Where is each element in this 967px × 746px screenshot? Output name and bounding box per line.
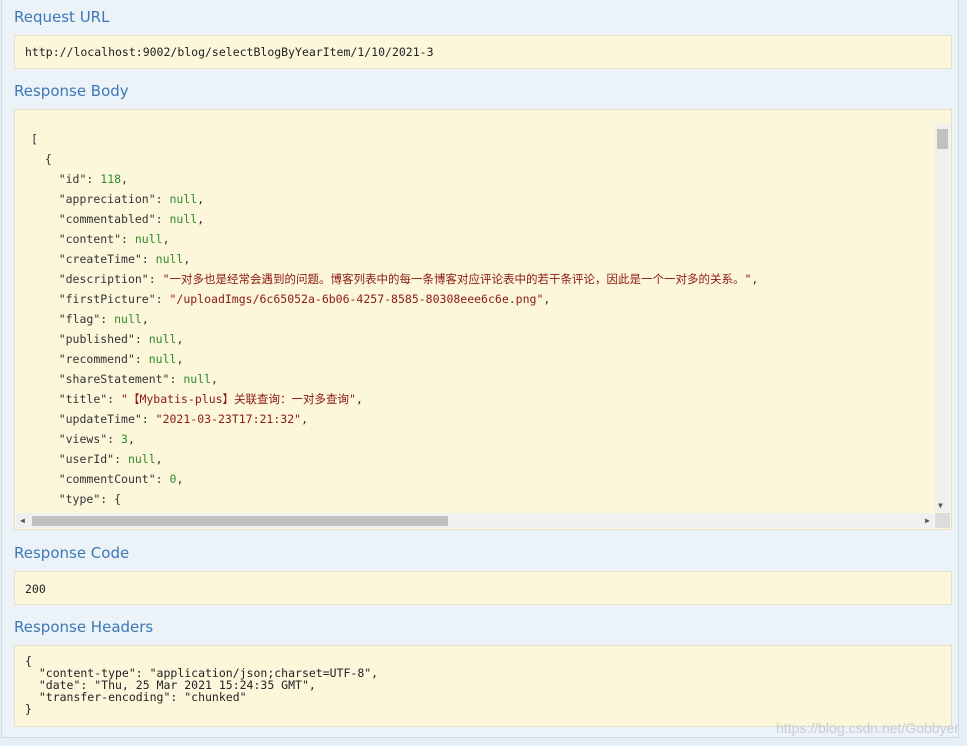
response-panel: Request URL http://localhost:9002/blog/s… xyxy=(1,0,959,738)
json-field-line: "commentCount": 0, xyxy=(58,472,184,486)
response-body-heading: Response Body xyxy=(14,82,129,100)
response-code-box: 200 xyxy=(14,571,952,605)
json-field-line: "createTime": null, xyxy=(58,252,191,266)
json-field-line: "shareStatement": null, xyxy=(58,372,218,386)
json-field-line: "type": { xyxy=(58,492,122,506)
scrollbar-corner xyxy=(935,513,950,528)
json-field-line: "firstPicture": "/uploadImgs/6c65052a-6b… xyxy=(58,292,551,306)
watermark: https://blog.csdn.net/Gobbyer xyxy=(776,720,959,736)
scroll-down-icon[interactable]: ▼ xyxy=(938,502,943,510)
json-open-bracket: [ xyxy=(31,132,38,146)
response-headers-box[interactable]: { "content-type": "application/json;char… xyxy=(14,645,952,727)
response-code-value[interactable]: 200 xyxy=(25,582,46,596)
response-body-box[interactable]: [ { "id": 118, "appreciation": null, "co… xyxy=(14,109,952,530)
json-field-line: "content": null, xyxy=(58,232,170,246)
json-field-line: "title": "【Mybatis-plus】关联查询：一对多查询", xyxy=(58,392,363,406)
horizontal-scrollbar[interactable]: ◀ ▶ xyxy=(16,513,934,528)
json-field-line: "userId": null, xyxy=(58,452,163,466)
response-headers-text: { "content-type": "application/json;char… xyxy=(25,654,379,716)
json-field-line: "views": 3, xyxy=(58,432,135,446)
request-url-heading: Request URL xyxy=(14,8,110,26)
json-field-line: "updateTime": "2021-03-23T17:21:32", xyxy=(58,412,308,426)
response-body-code: [ { "id": 118, "appreciation": null, "co… xyxy=(31,129,931,529)
json-field-line: "id": 118, xyxy=(58,172,128,186)
scroll-right-icon[interactable]: ▶ xyxy=(925,517,930,525)
json-field-line: "description": "一对多也是经常会遇到的问题。博客列表中的每一条博… xyxy=(58,272,759,286)
request-url-value[interactable]: http://localhost:9002/blog/selectBlogByY… xyxy=(25,45,434,59)
vertical-scrollbar-thumb[interactable] xyxy=(937,129,948,149)
json-field-line: "commentabled": null, xyxy=(58,212,205,226)
json-open-brace: { xyxy=(31,152,52,166)
json-field-line: "flag": null, xyxy=(58,312,149,326)
json-field-line: "appreciation": null, xyxy=(58,192,205,206)
json-field-line: "recommend": null, xyxy=(58,352,184,366)
vertical-scrollbar[interactable]: ▼ xyxy=(935,124,950,512)
scroll-left-icon[interactable]: ◀ xyxy=(20,517,25,525)
horizontal-scrollbar-thumb[interactable] xyxy=(32,516,448,526)
response-code-heading: Response Code xyxy=(14,544,130,562)
request-url-box: http://localhost:9002/blog/selectBlogByY… xyxy=(14,35,952,69)
response-headers-heading: Response Headers xyxy=(14,618,154,636)
json-field-line: "published": null, xyxy=(58,332,184,346)
